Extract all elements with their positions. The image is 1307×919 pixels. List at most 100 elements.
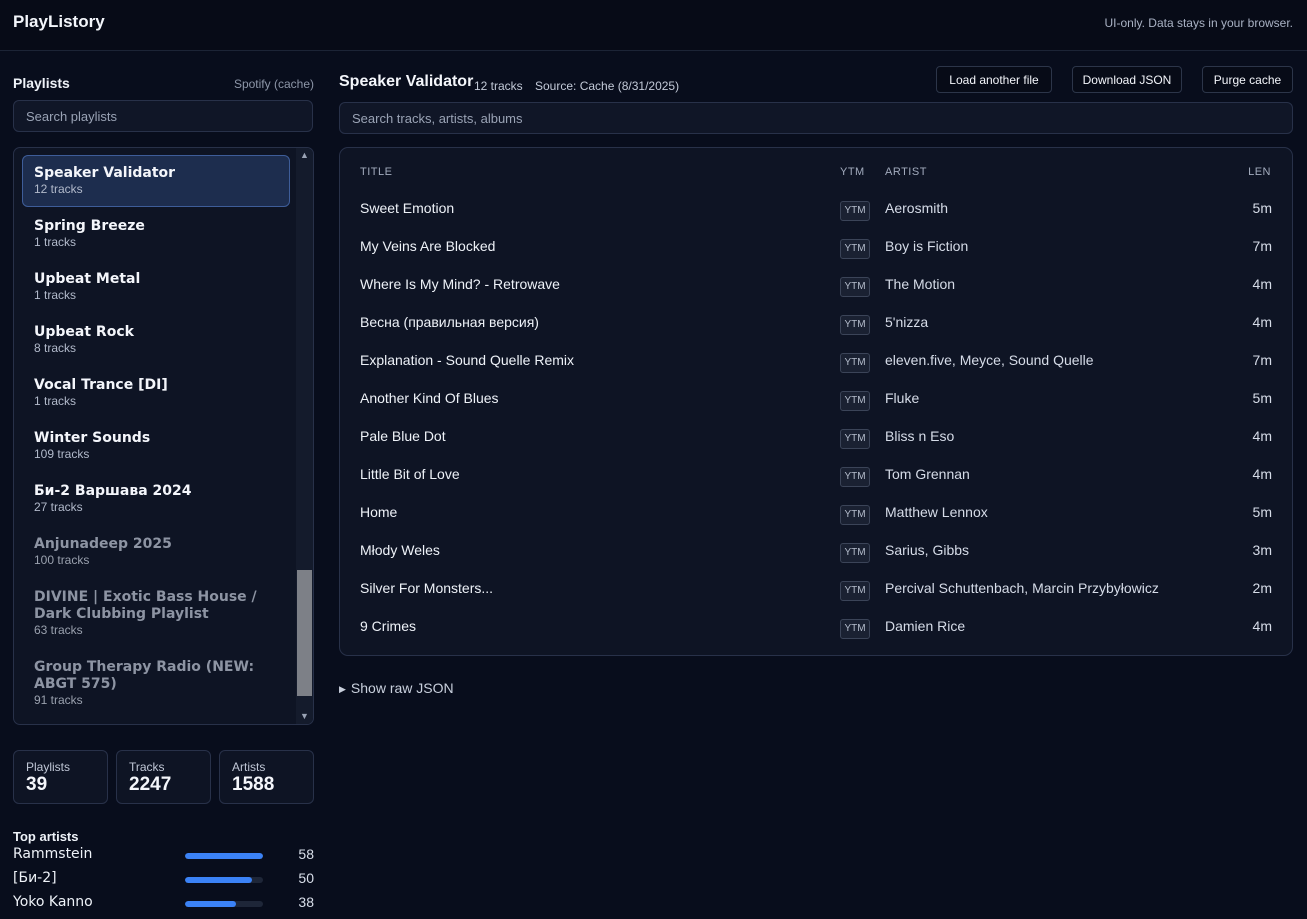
track-row[interactable]: Silver For Monsters... YTM Percival Schutt…	[340, 580, 1292, 618]
stat-label: Playlists	[26, 760, 71, 774]
track-artist: Aerosmith	[885, 200, 949, 216]
track-title: My Veins Are Blocked	[360, 238, 496, 254]
top-bar: PlayListory UI-only. Data stays in your …	[0, 0, 1307, 51]
track-row[interactable]: Little Bit of Love YTM Tom Grennan 4m	[340, 466, 1292, 504]
track-row[interactable]: Młody Weles YTM Sarius, Gibbs 3m	[340, 542, 1292, 580]
track-artist: 5'nizza	[885, 314, 929, 330]
ytm-link-button[interactable]: YTM	[840, 353, 870, 373]
track-row[interactable]: Sweet Emotion YTM Aerosmith 5m	[340, 200, 1292, 238]
purge-cache-button[interactable]: Purge cache	[1202, 66, 1293, 93]
track-row[interactable]: Home YTM Matthew Lennox 5m	[340, 504, 1292, 542]
ytm-link-button[interactable]: YTM	[840, 277, 870, 297]
track-artist: Fluke	[885, 390, 920, 406]
raw-json-label: Show raw JSON	[350, 680, 454, 696]
playlist-item[interactable]: Upbeat Metal 1 tracks	[22, 261, 290, 313]
stat-artists: Artists 1588	[219, 750, 314, 804]
playlist-item[interactable]: Winter Sounds 109 tracks	[22, 420, 290, 472]
ytm-link-button[interactable]: YTM	[840, 467, 870, 487]
scroll-down-icon[interactable]: ▼	[300, 712, 309, 721]
track-row[interactable]: Explanation - Sound Quelle Remix YTM eleve…	[340, 352, 1292, 390]
ytm-link-button[interactable]: YTM	[840, 201, 870, 221]
track-length: 4m	[1252, 276, 1272, 292]
playlist-list[interactable]: Speaker Validator 12 tracks Spring Breeze 1…	[13, 147, 314, 725]
column-header-title[interactable]: TITLE	[360, 166, 392, 178]
ytm-link-button[interactable]: YTM	[840, 619, 870, 639]
track-row[interactable]: Pale Blue Dot YTM Bliss n Eso 4m	[340, 428, 1292, 466]
track-title: 9 Crimes	[360, 618, 417, 634]
stat-value: 39	[26, 774, 48, 795]
playlist-title: Speaker Validator	[339, 73, 474, 90]
track-row[interactable]: My Veins Are Blocked YTM Boy is Fiction 7m	[340, 238, 1292, 276]
track-row[interactable]: Весна (правильная версия) YTM 5'nizza 4m	[340, 314, 1292, 352]
ytm-link-button[interactable]: YTM	[840, 391, 870, 411]
playlist-item[interactable]: Vocal Trance [DI] 1 tracks	[22, 367, 290, 419]
ytm-link-button[interactable]: YTM	[840, 315, 870, 335]
top-artist-name: [Би-2]	[13, 870, 57, 886]
stat-playlists: Playlists 39	[13, 750, 108, 804]
top-artist-row: [Би-2] 50	[13, 870, 314, 890]
playlist-track-count: 12 tracks	[34, 182, 83, 196]
top-artist-count: 38	[298, 894, 314, 910]
playlist-item[interactable]: Би-2 Варшава 2024 27 tracks	[22, 473, 290, 525]
track-length: 4m	[1252, 314, 1272, 330]
track-length: 7m	[1252, 352, 1272, 368]
playlist-track-count: 109 tracks	[34, 447, 90, 461]
playlist-search-input[interactable]	[13, 100, 313, 132]
column-header-len[interactable]: LEN	[1248, 166, 1271, 178]
ytm-link-button[interactable]: YTM	[840, 505, 870, 525]
scroll-up-icon[interactable]: ▲	[300, 151, 309, 160]
playlist-item[interactable]: Speaker Validator 12 tracks	[22, 155, 290, 207]
track-row[interactable]: Where Is My Mind? - Retrowave YTM The Moti…	[340, 276, 1292, 314]
playlist-track-count: 1 tracks	[34, 235, 77, 249]
top-artist-bar	[185, 901, 263, 907]
ytm-link-button[interactable]: YTM	[840, 581, 870, 601]
track-row[interactable]: 9 Crimes YTM Damien Rice 4m	[340, 618, 1292, 656]
source-meta: Source: Cache (8/31/2025)	[535, 79, 680, 93]
top-artist-bar	[185, 877, 263, 883]
top-artist-bar-fill	[185, 901, 237, 907]
ytm-link-button[interactable]: YTM	[840, 239, 870, 259]
track-row[interactable]: Another Kind Of Blues YTM Fluke 5m	[340, 390, 1292, 428]
track-title: Home	[360, 504, 398, 520]
top-artist-row: Yoko Kanno 38	[13, 894, 314, 914]
column-header-artist[interactable]: ARTIST	[885, 166, 927, 178]
track-search-input[interactable]	[339, 102, 1293, 134]
sidebar-title: Playlists	[13, 75, 70, 91]
top-artist-name: Rammstein	[13, 846, 93, 862]
playlist-name: Spring Breeze	[34, 218, 145, 234]
playlist-track-count: 100 tracks	[34, 553, 90, 567]
playlist-track-count: 1 tracks	[34, 394, 77, 408]
show-raw-json-toggle[interactable]: ▶ Show raw JSON	[339, 680, 454, 696]
playlist-item[interactable]: Spring Breeze 1 tracks	[22, 208, 290, 260]
track-length: 5m	[1252, 390, 1272, 406]
playlist-scrollbar[interactable]: ▲ ▼	[296, 148, 313, 724]
download-json-button[interactable]: Download JSON	[1072, 66, 1182, 93]
top-artist-bar	[185, 853, 263, 859]
playlist-track-count: 8 tracks	[34, 341, 77, 355]
playlist-item[interactable]: Upbeat Rock 8 tracks	[22, 314, 290, 366]
track-artist: Damien Rice	[885, 618, 966, 634]
top-artist-row: Rammstein 58	[13, 846, 314, 866]
track-title: Where Is My Mind? - Retrowave	[360, 276, 560, 292]
track-count-meta: 12 tracks	[474, 79, 523, 93]
ytm-link-button[interactable]: YTM	[840, 543, 870, 563]
top-artist-bar-fill	[185, 877, 253, 883]
track-title: Sweet Emotion	[360, 200, 455, 216]
playlist-track-count: 63 tracks	[34, 623, 83, 637]
playlist-item[interactable]: Anjunadeep 2025 100 tracks	[22, 526, 290, 578]
playlist-name: Upbeat Metal	[34, 271, 141, 287]
playlist-track-count: 1 tracks	[34, 288, 77, 302]
ytm-link-button[interactable]: YTM	[840, 429, 870, 449]
column-header-ytm[interactable]: YTM	[840, 166, 865, 178]
track-length: 4m	[1252, 428, 1272, 444]
playlist-item[interactable]: Group Therapy Radio (NEW: ABGT 575) 91 tr…	[22, 649, 290, 718]
top-artist-count: 50	[298, 870, 314, 886]
top-artist-bar-fill	[185, 853, 263, 859]
track-title: Pale Blue Dot	[360, 428, 446, 444]
track-title: Explanation - Sound Quelle Remix	[360, 352, 575, 368]
playlist-item[interactable]: DIVINE | Exotic Bass House / Dark Clubbi…	[22, 579, 290, 648]
top-artist-count: 58	[298, 846, 314, 862]
load-file-button[interactable]: Load another file	[936, 66, 1052, 93]
track-artist: Sarius, Gibbs	[885, 542, 970, 558]
scroll-thumb[interactable]	[297, 570, 312, 696]
